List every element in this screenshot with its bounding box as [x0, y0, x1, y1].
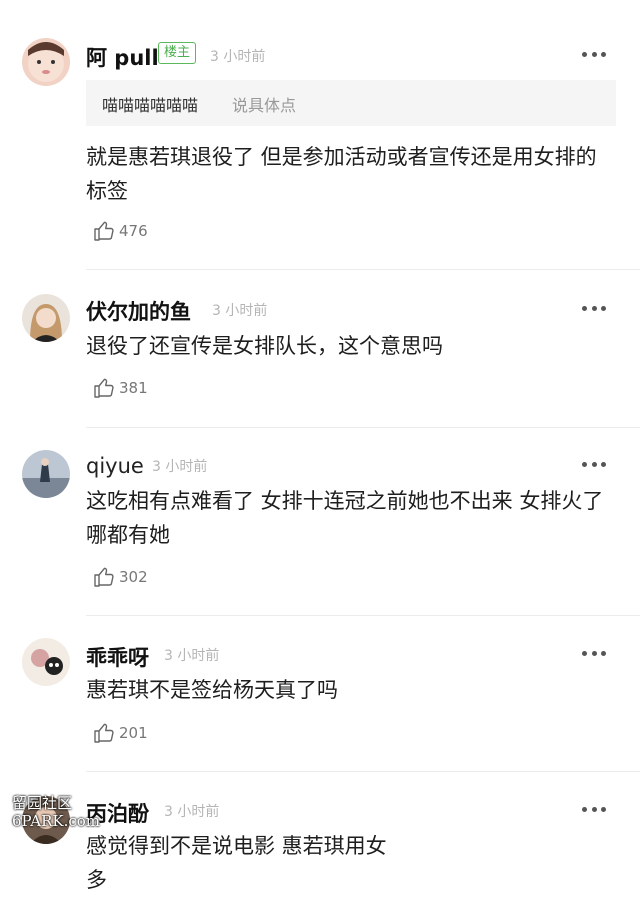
- username[interactable]: qiyue: [86, 454, 144, 478]
- more-dots-icon[interactable]: [582, 806, 606, 812]
- quoted-user: 喵喵喵喵喵喵: [102, 96, 199, 115]
- timestamp: 3 小时前: [164, 648, 220, 664]
- comment-text: 退役了还宣传是女排队长，这个意思吗: [86, 334, 443, 358]
- timestamp: 3 小时前: [164, 804, 220, 820]
- like-button[interactable]: 201: [92, 721, 148, 745]
- quoted-reply[interactable]: 喵喵喵喵喵喵 说具体点: [86, 80, 616, 126]
- more-dots-icon[interactable]: [582, 650, 606, 656]
- comment-item: 阿 pull 楼主 3 小时前 喵喵喵喵喵喵 说具体点 就是惠若琪退役了 但是参…: [0, 0, 640, 270]
- watermark-line-1: 留园社区: [12, 794, 73, 812]
- thumbs-up-icon: [94, 221, 114, 241]
- avatar[interactable]: [22, 638, 70, 686]
- avatar[interactable]: [22, 450, 70, 498]
- thumbs-up-icon: [94, 567, 114, 587]
- comment-text: 就是惠若琪退役了 但是参加活动或者宣传还是用女排的标签: [86, 145, 597, 203]
- comment-text: 惠若琪不是签给杨天真了吗: [86, 678, 338, 702]
- timestamp: 3 小时前: [212, 303, 268, 319]
- avatar[interactable]: [22, 38, 70, 86]
- timestamp: 3 小时前: [152, 459, 208, 475]
- avatar[interactable]: [22, 294, 70, 342]
- username[interactable]: 阿 pull: [86, 42, 159, 72]
- comment-item: qiyue 3 小时前 这吃相有点难看了 女排十连冠之前她也不出来 女排火了哪都…: [0, 428, 640, 616]
- thumbs-up-icon: [94, 378, 114, 398]
- timestamp: 3 小时前: [210, 49, 266, 65]
- watermark: 留园社区 6PARK.com: [12, 794, 100, 830]
- like-count: 302: [119, 568, 148, 586]
- comment-item: 伏尔加的鱼 3 小时前 退役了还宣传是女排队长，这个意思吗 381: [0, 270, 640, 428]
- like-count: 201: [119, 724, 148, 742]
- watermark-line-2: 6PARK.com: [12, 812, 101, 830]
- comment-text: 这吃相有点难看了 女排十连冠之前她也不出来 女排火了哪都有她: [86, 489, 604, 547]
- like-button[interactable]: 381: [92, 376, 148, 400]
- like-button[interactable]: 302: [92, 565, 148, 589]
- like-button[interactable]: 476: [92, 219, 148, 243]
- more-dots-icon[interactable]: [582, 461, 606, 467]
- op-badge: 楼主: [158, 42, 197, 64]
- thumbs-up-icon: [94, 723, 114, 743]
- comment-item: 乖乖呀 3 小时前 惠若琪不是签给杨天真了吗 201: [0, 616, 640, 772]
- more-dots-icon[interactable]: [582, 305, 606, 311]
- like-count: 476: [119, 222, 148, 240]
- username[interactable]: 伏尔加的鱼: [86, 296, 191, 326]
- text-fade-overlay: [410, 836, 640, 860]
- username[interactable]: 乖乖呀: [86, 642, 149, 672]
- comment-item: 丙泊酚 3 小时前 感觉得到不是说电影 惠若琪用女 多: [0, 772, 640, 892]
- quoted-text: 说具体点: [232, 96, 297, 115]
- more-dots-icon[interactable]: [582, 51, 606, 57]
- like-count: 381: [119, 379, 148, 397]
